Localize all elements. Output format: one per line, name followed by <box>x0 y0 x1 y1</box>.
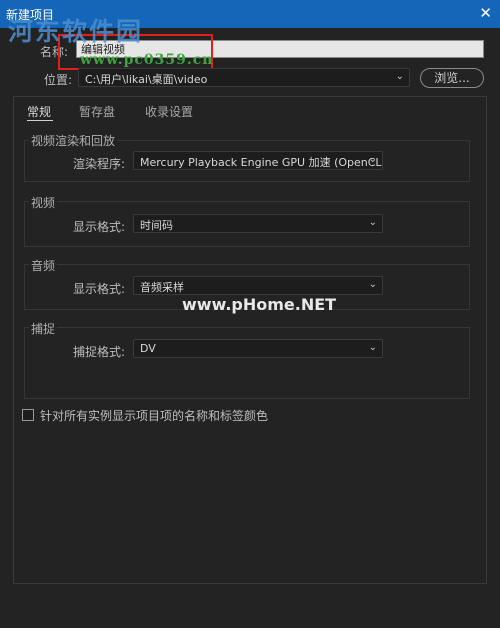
chevron-down-icon: ⌄ <box>368 154 377 165</box>
renderer-value: Mercury Playback Engine GPU 加速 (OpenCL) <box>140 156 383 169</box>
location-label: 位置: <box>44 73 73 87</box>
video-format-select[interactable]: 时间码 ⌄ <box>133 214 383 233</box>
browse-button[interactable]: 浏览... <box>420 68 484 88</box>
chevron-down-icon: ⌄ <box>395 71 404 82</box>
capture-format-select[interactable]: DV ⌄ <box>133 339 383 358</box>
audio-format-select[interactable]: 音频采样 ⌄ <box>133 276 383 295</box>
close-icon[interactable]: ✕ <box>479 4 492 22</box>
video-format-label: 显示格式: <box>73 220 126 234</box>
chevron-down-icon: ⌄ <box>368 217 377 228</box>
audio-format-value: 音频采样 <box>140 281 184 294</box>
group-playback-title: 视频渲染和回放 <box>29 132 118 149</box>
chevron-down-icon: ⌄ <box>368 279 377 290</box>
renderer-select[interactable]: Mercury Playback Engine GPU 加速 (OpenCL) … <box>133 151 383 170</box>
tab-scratch-disks[interactable]: 暂存盘 <box>79 103 115 120</box>
show-label-color-label[interactable]: 针对所有实例显示项目项的名称和标签颜色 <box>40 407 268 424</box>
watermark-site-url: www.pc0359.cn <box>80 52 214 68</box>
group-capture <box>24 327 470 399</box>
renderer-label: 渲染程序: <box>73 157 126 171</box>
tab-ingest-settings[interactable]: 收录设置 <box>145 103 193 120</box>
tab-general[interactable]: 常规 <box>27 103 51 120</box>
location-select[interactable]: C:\用户\likai\桌面\video ⌄ <box>78 68 410 87</box>
capture-format-label: 捕捉格式: <box>73 345 126 359</box>
location-value: C:\用户\likai\桌面\video <box>85 73 208 86</box>
watermark-site-logo: 河东软件园 <box>8 17 144 46</box>
chevron-down-icon: ⌄ <box>368 342 377 353</box>
group-capture-title: 捕捉 <box>29 320 58 337</box>
show-label-color-checkbox[interactable] <box>22 409 34 421</box>
active-tab-indicator <box>27 120 53 121</box>
watermark-phome: www.pHome.NET <box>182 295 337 314</box>
audio-format-label: 显示格式: <box>73 282 126 296</box>
group-audio-title: 音频 <box>29 257 58 274</box>
video-format-value: 时间码 <box>140 219 173 232</box>
capture-format-value: DV <box>140 342 156 355</box>
group-video-title: 视频 <box>29 194 58 211</box>
